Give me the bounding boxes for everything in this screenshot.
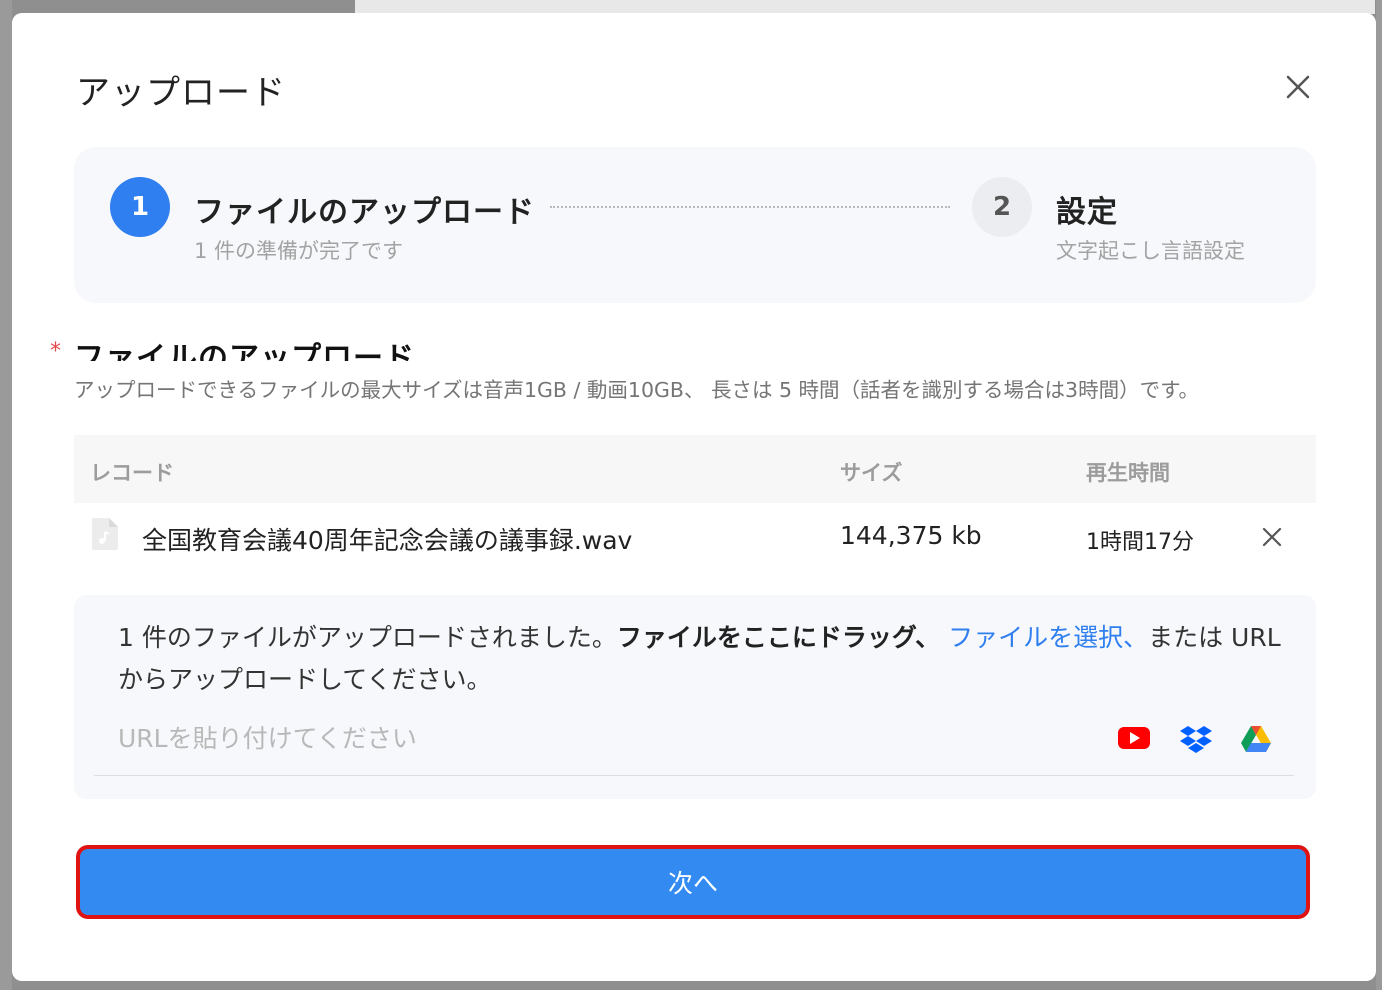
column-header-duration: 再生時間 xyxy=(1086,461,1170,485)
url-input[interactable] xyxy=(118,719,1018,757)
file-duration: 1時間17分 xyxy=(1086,530,1194,555)
section-title-wrapper: ファイルのアップロード xyxy=(74,331,474,361)
url-input-underline xyxy=(94,775,1294,776)
background-page-right xyxy=(1376,0,1382,990)
dropbox-icon[interactable] xyxy=(1180,725,1212,757)
close-button[interactable] xyxy=(1282,71,1314,103)
select-file-link[interactable]: ファイルを選択、 xyxy=(948,623,1148,652)
drop-text-drag: ファイルをここにドラッグ、 xyxy=(616,623,941,652)
next-button[interactable]: 次へ xyxy=(76,845,1310,919)
close-icon xyxy=(1262,527,1282,547)
file-drop-zone[interactable]: 1 件のファイルがアップロードされました。ファイルをここにドラッグ、 ファイルを… xyxy=(74,595,1316,799)
file-name: 全国教育会議40周年記念会議の議事録.wav xyxy=(142,526,633,555)
step-2-circle: 2 xyxy=(972,177,1032,237)
step-1-subtitle: 1 件の準備が完了です xyxy=(194,239,404,263)
file-size: 144,375 kb xyxy=(840,521,982,550)
column-header-record: レコード xyxy=(90,461,174,485)
remove-file-button[interactable] xyxy=(1258,523,1286,551)
step-1-title: ファイルのアップロード xyxy=(194,195,535,230)
modal-title: アップロード xyxy=(76,73,286,113)
file-table-header: レコード サイズ 再生時間 xyxy=(74,435,1316,503)
background-page-left xyxy=(0,0,12,990)
audio-file-icon xyxy=(90,517,120,555)
step-indicator: 1 ファイルのアップロード 1 件の準備が完了です 2 設定 文字起こし言語設定 xyxy=(74,147,1316,303)
close-icon xyxy=(1286,75,1310,99)
drop-zone-instructions: 1 件のファイルがアップロードされました。ファイルをここにドラッグ、 ファイルを… xyxy=(118,617,1288,701)
section-title: ファイルのアップロード xyxy=(74,341,415,361)
upload-limits-description: アップロードできるファイルの最大サイズは音声1GB / 動画10GB、 長さは … xyxy=(74,378,1200,402)
table-row: 全国教育会議40周年記念会議の議事録.wav 144,375 kb 1時間17分 xyxy=(74,503,1316,573)
column-header-size: サイズ xyxy=(840,461,903,485)
background-search-bar xyxy=(355,0,1375,14)
drop-text-prefix: 1 件のファイルがアップロードされました。 xyxy=(118,623,617,652)
step-connector xyxy=(550,206,950,208)
youtube-icon[interactable] xyxy=(1118,725,1150,755)
step-2-subtitle: 文字起こし言語設定 xyxy=(1056,239,1245,263)
step-2-title: 設定 xyxy=(1056,195,1118,230)
upload-modal: アップロード 1 ファイルのアップロード 1 件の準備が完了です 2 設定 文字… xyxy=(12,13,1376,981)
required-mark: * xyxy=(50,339,61,364)
google-drive-icon[interactable] xyxy=(1240,725,1272,757)
step-1-circle: 1 xyxy=(110,177,170,237)
